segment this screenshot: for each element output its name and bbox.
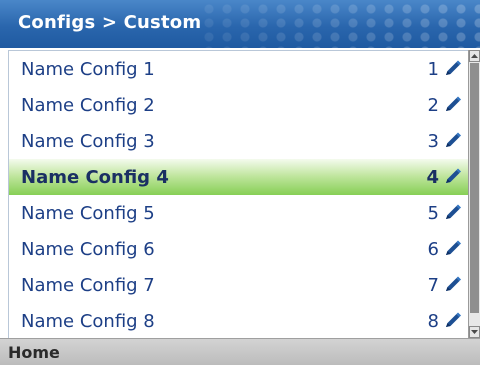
breadcrumb-title: Configs > Custom (18, 12, 202, 33)
config-name: Name Config 4 (21, 166, 169, 188)
list-item[interactable]: Name Config 2 2 (9, 87, 469, 123)
pencil-icon[interactable] (443, 131, 463, 151)
config-name: Name Config 1 (21, 58, 155, 80)
config-name: Name Config 6 (21, 238, 155, 260)
screen: Configs > Custom Name Config 1 1 Name Co… (0, 0, 480, 365)
config-number: 1 (427, 58, 439, 80)
pencil-icon[interactable] (443, 311, 463, 331)
config-number: 7 (427, 274, 439, 296)
list-item[interactable]: Name Config 5 5 (9, 195, 469, 231)
list-item[interactable]: Name Config 8 8 (9, 303, 469, 339)
config-list: Name Config 1 1 Name Config 2 2 Name Con… (8, 50, 469, 339)
config-number: 4 (426, 166, 439, 188)
config-name: Name Config 5 (21, 202, 155, 224)
config-name: Name Config 3 (21, 130, 155, 152)
config-name: Name Config 2 (21, 94, 155, 116)
config-number: 5 (427, 202, 439, 224)
list-item-selected[interactable]: Name Config 4 4 (9, 159, 469, 195)
footer-bar: Home (0, 338, 480, 365)
list-item[interactable]: Name Config 7 7 (9, 267, 469, 303)
config-name: Name Config 8 (21, 310, 155, 332)
list-item[interactable]: Name Config 1 1 (9, 51, 469, 87)
pencil-icon[interactable] (443, 59, 463, 79)
scroll-thumb[interactable] (470, 63, 479, 313)
header-pattern (200, 0, 480, 48)
list-item[interactable]: Name Config 3 3 (9, 123, 469, 159)
config-name: Name Config 7 (21, 274, 155, 296)
config-number: 2 (427, 94, 439, 116)
header-bar: Configs > Custom (0, 0, 480, 48)
pencil-icon[interactable] (443, 95, 463, 115)
list-item[interactable]: Name Config 6 6 (9, 231, 469, 267)
home-button[interactable]: Home (8, 343, 60, 362)
vertical-scrollbar[interactable] (468, 50, 480, 338)
config-number: 6 (427, 238, 439, 260)
pencil-icon[interactable] (443, 167, 463, 187)
pencil-icon[interactable] (443, 239, 463, 259)
chevron-up-icon (471, 54, 478, 58)
config-number: 8 (427, 310, 439, 332)
pencil-icon[interactable] (443, 275, 463, 295)
scroll-up-button[interactable] (469, 50, 480, 62)
pencil-icon[interactable] (443, 203, 463, 223)
scroll-down-button[interactable] (469, 326, 480, 338)
config-number: 3 (427, 130, 439, 152)
chevron-down-icon (471, 330, 478, 334)
